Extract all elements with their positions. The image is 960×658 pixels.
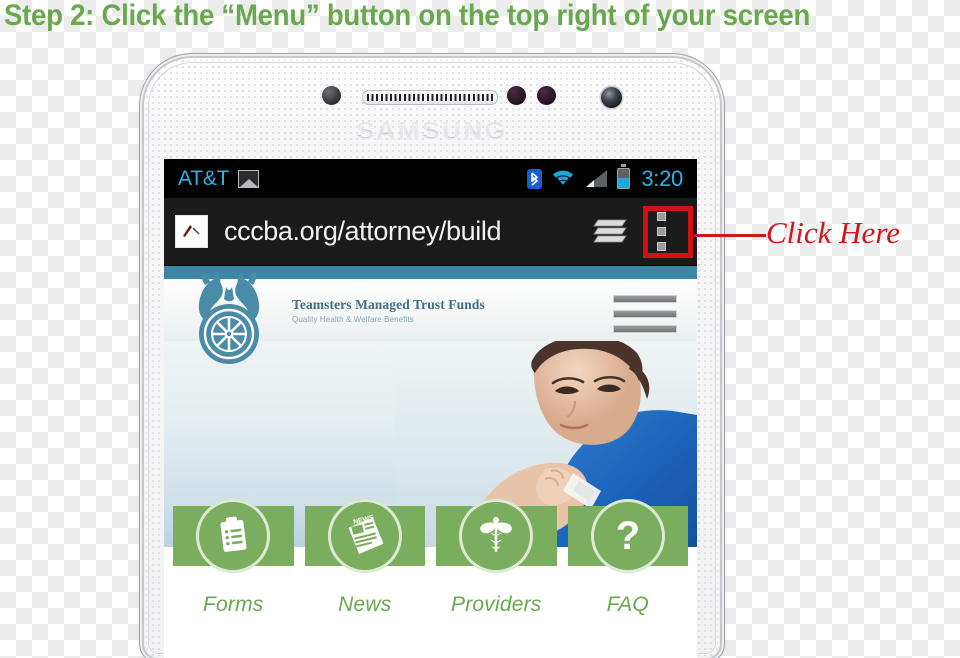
front-camera-icon — [601, 87, 622, 108]
site-branding: Teamsters Managed Trust Funds Quality He… — [292, 297, 485, 324]
nav-tile-label: Providers — [451, 593, 542, 616]
phone-device: SAMSUNG AT&T 3:20 cccba.org/attorney/bui… — [144, 58, 720, 658]
brand-title: Teamsters Managed Trust Funds — [292, 296, 485, 312]
wifi-icon — [551, 169, 575, 188]
hamburger-bar — [613, 325, 677, 333]
proximity-sensor-icon — [322, 86, 341, 105]
light-sensor-icon — [507, 86, 526, 105]
menu-dot — [656, 227, 666, 236]
carrier-label: AT&T — [178, 166, 230, 190]
battery-icon — [617, 164, 631, 189]
clipboard-icon — [196, 499, 271, 573]
url-text[interactable]: cccba.org/attorney/build — [224, 216, 501, 247]
tile-label-area: Providers — [436, 566, 557, 658]
signal-icon — [584, 169, 608, 188]
nav-tile-faq[interactable]: ? FAQ — [567, 499, 688, 658]
page-favicon — [175, 215, 208, 248]
site-nav-tiles: Forms NEWS News Providers ? FAQ — [164, 499, 697, 658]
earpiece-speaker — [362, 90, 498, 105]
nav-tile-news[interactable]: NEWS News — [304, 499, 425, 658]
hamburger-menu-icon[interactable] — [613, 295, 677, 333]
browser-url-bar: cccba.org/attorney/build — [164, 198, 697, 266]
nav-tile-forms[interactable]: Forms — [173, 499, 294, 658]
gallery-icon — [238, 169, 260, 188]
page-title: Step 2: Click the “Menu” button on the t… — [4, 0, 811, 32]
gesture-sensor-icon — [537, 86, 556, 105]
phone-screen: AT&T 3:20 cccba.org/attorney/build Teams… — [164, 159, 697, 658]
bluetooth-icon — [527, 168, 543, 189]
question-mark-icon: ? — [590, 499, 665, 573]
clock-label: 3:20 — [641, 165, 683, 191]
nav-tile-label: FAQ — [606, 593, 649, 616]
nav-tile-providers[interactable]: Providers — [436, 499, 557, 658]
overflow-menu-icon[interactable] — [644, 210, 678, 254]
tabs-stack-icon[interactable] — [592, 217, 628, 247]
caduceus-icon — [459, 499, 534, 573]
hamburger-bar — [613, 295, 677, 303]
samsung-brand-logo: SAMSUNG — [144, 118, 720, 147]
callout-connector-line — [694, 234, 766, 237]
tile-label-area: News — [304, 566, 425, 658]
hamburger-bar — [613, 310, 677, 318]
menu-dot — [656, 242, 666, 251]
nav-tile-label: News — [338, 593, 392, 616]
brand-subtitle: Quality Health & Welfare Benefits — [292, 314, 414, 324]
android-status-bar: AT&T 3:20 — [164, 159, 697, 198]
svg-text:?: ? — [616, 514, 640, 558]
tile-label-area: Forms — [173, 566, 294, 658]
menu-dot — [656, 212, 666, 221]
callout-label: Click Here — [766, 215, 900, 250]
website-viewport: Teamsters Managed Trust Funds Quality He… — [164, 266, 697, 658]
earpiece-grille — [367, 94, 493, 101]
nav-tile-label: Forms — [203, 593, 264, 616]
newspaper-icon: NEWS — [327, 499, 402, 573]
tile-label-area: FAQ — [567, 566, 688, 658]
status-bar-icons: 3:20 — [527, 164, 683, 192]
teamsters-horse-wheel-logo — [186, 271, 272, 367]
